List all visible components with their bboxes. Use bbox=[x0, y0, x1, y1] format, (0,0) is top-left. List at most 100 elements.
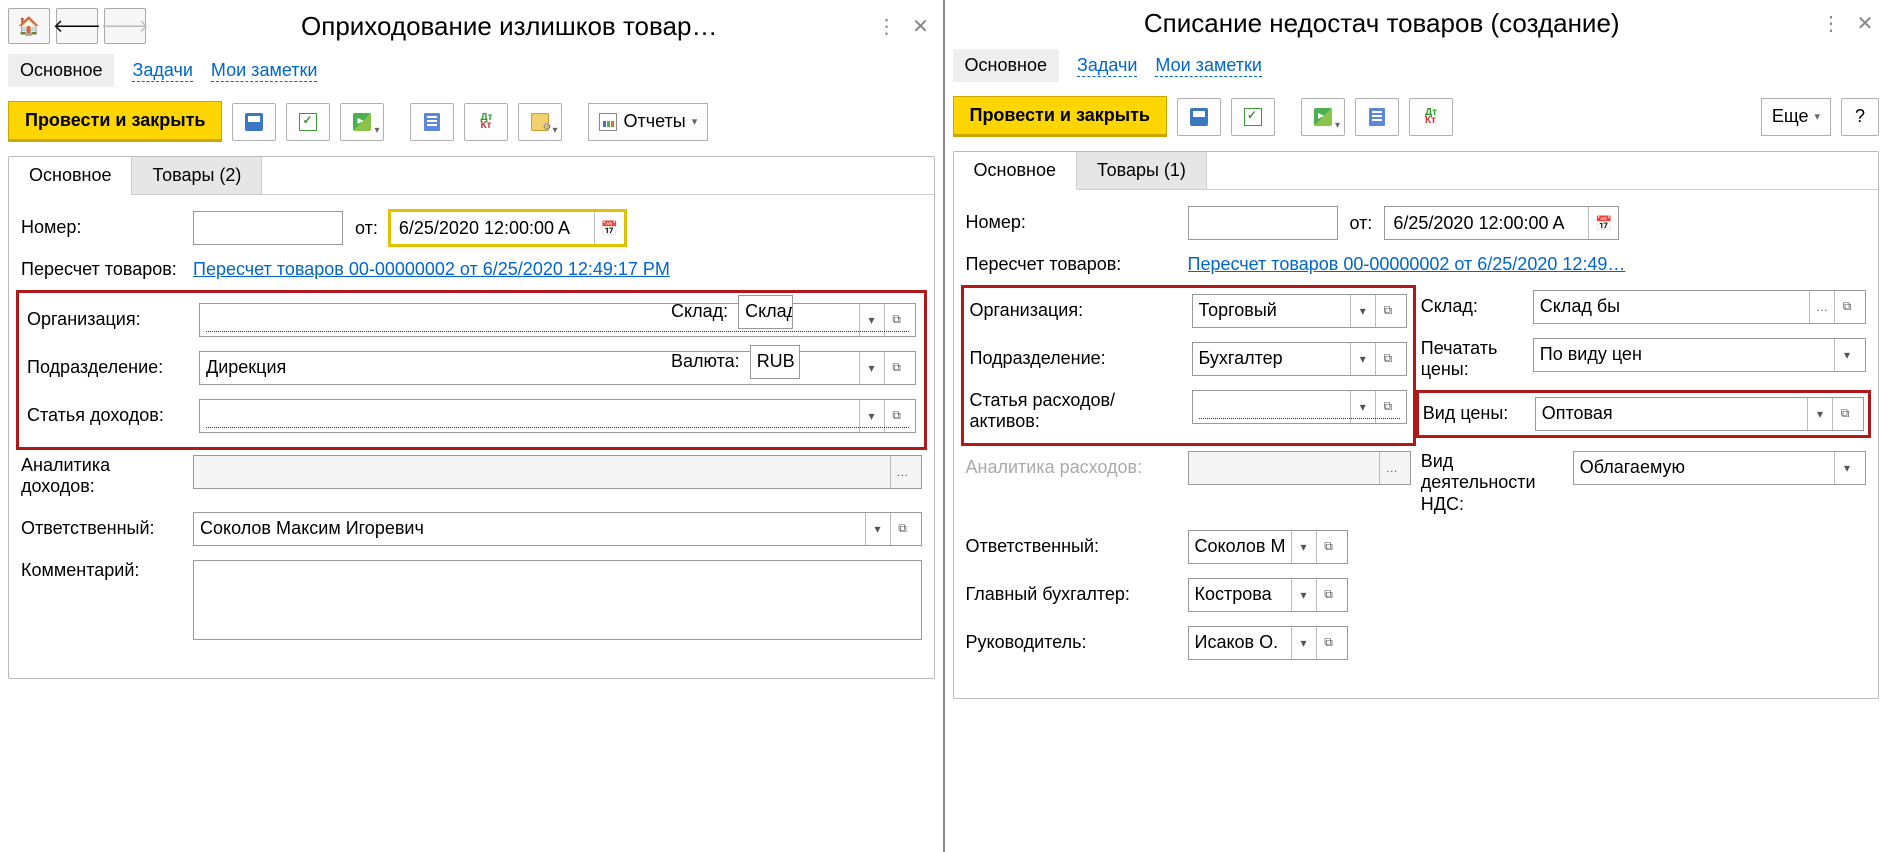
more-menu-button[interactable]: ⋮ bbox=[873, 12, 901, 40]
dropdown-icon[interactable]: ▾ bbox=[1835, 452, 1859, 484]
date-input[interactable]: 6/25/2020 12:00:00 A 📅 bbox=[1384, 206, 1619, 240]
open-icon[interactable]: ⧉ bbox=[1376, 295, 1400, 327]
tab-goods[interactable]: Товары (2) bbox=[132, 157, 262, 195]
expense-item-combo[interactable]: ▾ ⧉ bbox=[1192, 390, 1407, 424]
print-prices-combo[interactable]: По виду цен ▾ bbox=[1533, 338, 1866, 372]
nav-notes[interactable]: Мои заметки bbox=[211, 60, 318, 82]
org-combo[interactable]: Торговый ▾ ⧉ bbox=[1192, 294, 1407, 328]
org-label: Организация: bbox=[970, 300, 1180, 322]
ellipsis-icon[interactable]: … bbox=[891, 456, 915, 488]
more-button[interactable]: Еще ▾ bbox=[1761, 98, 1831, 136]
dropdown-icon[interactable]: ▾ bbox=[1351, 343, 1375, 375]
from-label: от: bbox=[1350, 213, 1373, 234]
expense-anal-combo[interactable]: … bbox=[1188, 451, 1411, 485]
dropdown-icon[interactable]: ▾ bbox=[866, 513, 890, 545]
doc-settings-button[interactable] bbox=[518, 103, 562, 141]
income-anal-combo[interactable]: … bbox=[193, 455, 922, 489]
dropdown-icon[interactable]: ▾ bbox=[1835, 339, 1859, 371]
page-title: Списание недостач товаров (создание) bbox=[953, 8, 1812, 39]
open-icon[interactable]: ⧉ bbox=[891, 513, 915, 545]
forward-button[interactable]: 🡒 bbox=[104, 8, 146, 44]
save-button[interactable] bbox=[232, 103, 276, 141]
report-icon bbox=[599, 113, 617, 131]
doc-gear-icon bbox=[531, 113, 549, 131]
calendar-icon[interactable]: 📅 bbox=[1588, 207, 1618, 239]
director-label: Руководитель: bbox=[966, 632, 1176, 654]
dept-label: Подразделение: bbox=[27, 357, 187, 379]
more-label: Еще bbox=[1772, 106, 1809, 127]
resp-label: Ответственный: bbox=[966, 536, 1176, 558]
close-button[interactable]: ✕ bbox=[1851, 10, 1879, 38]
post-button[interactable] bbox=[1231, 98, 1275, 136]
chief-accountant-combo[interactable]: Кострова ▾ ⧉ bbox=[1188, 578, 1348, 612]
dept-combo[interactable]: Дирекция ▾ ⧉ bbox=[199, 351, 916, 385]
nav-notes[interactable]: Мои заметки bbox=[1155, 55, 1262, 77]
back-button[interactable]: 🡐 bbox=[56, 8, 98, 44]
director-combo[interactable]: Исаков О. ▾ ⧉ bbox=[1188, 626, 1348, 660]
number-input[interactable] bbox=[193, 211, 343, 245]
save-icon bbox=[245, 113, 263, 131]
reports-button[interactable]: Отчеты ▾ bbox=[588, 103, 708, 141]
price-type-combo[interactable]: Оптовая ▾ ⧉ bbox=[1535, 397, 1864, 431]
dtkt-button[interactable]: ДтКт bbox=[1409, 98, 1453, 136]
comment-input[interactable] bbox=[193, 560, 922, 640]
post-button[interactable] bbox=[286, 103, 330, 141]
calendar-icon[interactable]: 📅 bbox=[594, 212, 624, 244]
list-icon bbox=[1369, 108, 1385, 126]
dtkt-icon: ДтКт bbox=[480, 114, 492, 130]
vat-combo[interactable]: Облагаемую ▾ bbox=[1573, 451, 1866, 485]
dept-combo[interactable]: Бухгалтер ▾ ⧉ bbox=[1192, 342, 1407, 376]
vat-label: Вид деятельности НДС: bbox=[1421, 451, 1561, 516]
recount-link[interactable]: Пересчет товаров 00-00000002 от 6/25/202… bbox=[1188, 254, 1867, 275]
list-button[interactable] bbox=[410, 103, 454, 141]
ellipsis-icon[interactable]: … bbox=[1380, 452, 1404, 484]
recount-link[interactable]: Пересчет товаров 00-00000002 от 6/25/202… bbox=[193, 259, 922, 280]
save-button[interactable] bbox=[1177, 98, 1221, 136]
open-icon[interactable]: ⧉ bbox=[1317, 579, 1341, 611]
tab-main[interactable]: Основное bbox=[954, 152, 1077, 190]
post-and-close-button[interactable]: Провести и закрыть bbox=[8, 101, 222, 142]
dtkt-icon: ДтКт bbox=[1425, 109, 1437, 125]
org-combo[interactable]: ▾ ⧉ bbox=[199, 303, 916, 337]
post-and-close-button[interactable]: Провести и закрыть bbox=[953, 96, 1167, 137]
nav-tasks[interactable]: Задачи bbox=[1077, 55, 1137, 77]
tab-goods[interactable]: Товары (1) bbox=[1077, 152, 1207, 190]
income-item-combo[interactable]: ▾ ⧉ bbox=[199, 399, 916, 433]
currency-input[interactable]: RUB bbox=[750, 345, 800, 379]
warehouse-combo[interactable]: Склад бы … ⧉ bbox=[1533, 290, 1866, 324]
list-button[interactable] bbox=[1355, 98, 1399, 136]
open-icon[interactable]: ⧉ bbox=[1376, 343, 1400, 375]
dept-label: Подразделение: bbox=[970, 348, 1180, 370]
dropdown-icon[interactable]: ▾ bbox=[1808, 398, 1832, 430]
tab-main[interactable]: Основное bbox=[9, 157, 132, 195]
nav-main[interactable]: Основное bbox=[953, 49, 1059, 82]
dropdown-icon[interactable]: ▾ bbox=[1292, 531, 1316, 563]
close-button[interactable]: ✕ bbox=[907, 12, 935, 40]
more-menu-button[interactable]: ⋮ bbox=[1817, 10, 1845, 38]
nav-main[interactable]: Основное bbox=[8, 54, 114, 87]
dropdown-icon[interactable]: ▾ bbox=[860, 352, 884, 384]
open-icon[interactable]: ⧉ bbox=[1833, 398, 1857, 430]
dropdown-icon[interactable]: ▾ bbox=[1292, 627, 1316, 659]
open-icon[interactable]: ⧉ bbox=[1317, 531, 1341, 563]
dropdown-icon[interactable]: ▾ bbox=[1292, 579, 1316, 611]
create-based-on-button[interactable] bbox=[340, 103, 384, 141]
open-icon[interactable]: ⧉ bbox=[1835, 291, 1859, 323]
open-icon[interactable]: ⧉ bbox=[885, 352, 909, 384]
open-icon[interactable]: ⧉ bbox=[1317, 627, 1341, 659]
resp-combo[interactable]: Соколов М ▾ ⧉ bbox=[1188, 530, 1348, 564]
dropdown-icon[interactable]: ▾ bbox=[1351, 295, 1375, 327]
resp-combo[interactable]: Соколов Максим Игоревич ▾ ⧉ bbox=[193, 512, 922, 546]
warehouse-input[interactable]: Склад bbox=[738, 295, 793, 329]
nav-tasks[interactable]: Задачи bbox=[132, 60, 192, 82]
number-label: Номер: bbox=[21, 217, 181, 239]
home-button[interactable]: 🏠 bbox=[8, 8, 50, 44]
ellipsis-icon[interactable]: … bbox=[1810, 291, 1834, 323]
create-based-on-button[interactable] bbox=[1301, 98, 1345, 136]
date-input[interactable]: 6/25/2020 12:00:00 A 📅 bbox=[390, 211, 625, 245]
number-input[interactable] bbox=[1188, 206, 1338, 240]
help-button[interactable]: ? bbox=[1841, 98, 1879, 136]
post-icon bbox=[1244, 108, 1262, 126]
page-title: Оприходование излишков товар… bbox=[152, 11, 867, 42]
dtkt-button[interactable]: ДтКт bbox=[464, 103, 508, 141]
